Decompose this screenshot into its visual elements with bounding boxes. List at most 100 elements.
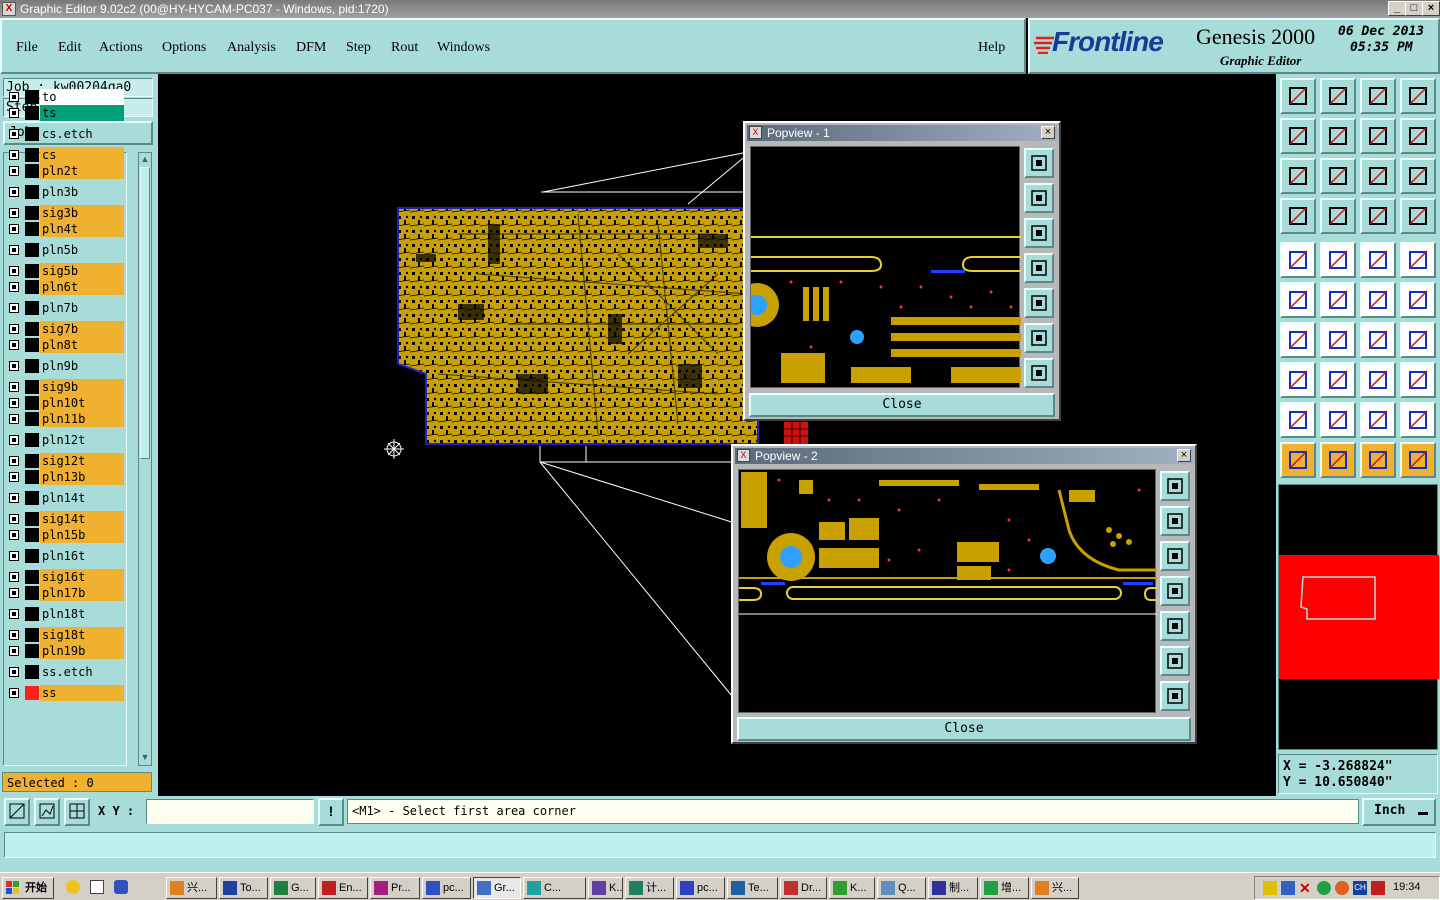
menu-options[interactable]: Options bbox=[162, 40, 206, 56]
layer-color-swatch[interactable] bbox=[25, 412, 39, 426]
layer-row[interactable]: pln12t bbox=[6, 432, 124, 448]
taskbar-item[interactable]: En... bbox=[318, 877, 368, 899]
layer-scrollbar[interactable]: ▲ ▼ bbox=[138, 152, 152, 766]
layer-checkbox[interactable] bbox=[9, 108, 19, 118]
layer-row[interactable]: sig9b bbox=[6, 379, 124, 395]
layer-color-swatch[interactable] bbox=[25, 586, 39, 600]
xy-input[interactable] bbox=[146, 799, 314, 824]
node-edit-icon[interactable] bbox=[1400, 442, 1436, 478]
layer-row[interactable]: sig3b bbox=[6, 205, 124, 221]
layer-color-swatch[interactable] bbox=[25, 512, 39, 526]
layer-checkbox[interactable] bbox=[9, 398, 19, 408]
taskbar-item[interactable]: Dr... bbox=[780, 877, 827, 899]
layers-icon[interactable] bbox=[1360, 198, 1396, 234]
scale-icon[interactable] bbox=[1360, 158, 1396, 194]
layer-row[interactable]: sig5b bbox=[6, 263, 124, 279]
layer-checkbox[interactable] bbox=[9, 150, 19, 160]
quick-launch-icon[interactable] bbox=[114, 880, 128, 894]
layer-row[interactable]: pln4t bbox=[6, 221, 124, 237]
layer-row[interactable]: pln2t bbox=[6, 163, 124, 179]
layer-color-swatch[interactable] bbox=[25, 454, 39, 468]
move-icon[interactable] bbox=[1360, 282, 1396, 318]
pointer-icon[interactable] bbox=[1280, 442, 1316, 478]
pan-left-icon[interactable] bbox=[1024, 253, 1054, 283]
popview-2-window[interactable]: X Popview - 2 × Close bbox=[731, 444, 1197, 744]
layer-color-swatch[interactable] bbox=[25, 280, 39, 294]
menu-windows[interactable]: Windows bbox=[437, 40, 490, 56]
popview-1-close-icon[interactable]: × bbox=[1041, 126, 1055, 139]
layer-row[interactable]: pln18t bbox=[6, 606, 124, 622]
scroll-thumb[interactable] bbox=[140, 167, 150, 459]
fit-icon[interactable] bbox=[1160, 471, 1190, 501]
scroll-up-icon[interactable]: ▲ bbox=[140, 153, 150, 165]
layer-checkbox[interactable] bbox=[9, 514, 19, 524]
grid-icon[interactable] bbox=[64, 798, 90, 826]
zoom-out-icon[interactable] bbox=[1024, 218, 1054, 248]
swap-icon[interactable] bbox=[1360, 118, 1396, 154]
menu-edit[interactable]: Edit bbox=[58, 40, 81, 56]
taskbar-item[interactable]: pc... bbox=[422, 877, 471, 899]
minus-icon[interactable] bbox=[1320, 362, 1356, 398]
layer-row[interactable]: sig12t bbox=[6, 453, 124, 469]
taskbar-item[interactable]: 计... bbox=[625, 877, 674, 899]
layer-row[interactable]: pln10t bbox=[6, 395, 124, 411]
menu-dfm[interactable]: DFM bbox=[296, 40, 326, 56]
layer-color-swatch[interactable] bbox=[25, 185, 39, 199]
layer-row[interactable]: to bbox=[6, 89, 124, 105]
layer-row[interactable]: pln7b bbox=[6, 300, 124, 316]
layer-checkbox[interactable] bbox=[9, 435, 19, 445]
layer-color-swatch[interactable] bbox=[25, 301, 39, 315]
layer-checkbox[interactable] bbox=[9, 340, 19, 350]
popview-2-title-bar[interactable]: X Popview - 2 × bbox=[735, 448, 1193, 464]
fit-icon[interactable] bbox=[1024, 148, 1054, 178]
layer-color-swatch[interactable] bbox=[25, 338, 39, 352]
layer-color-swatch[interactable] bbox=[25, 264, 39, 278]
resize-icon[interactable] bbox=[1360, 362, 1396, 398]
layer-row[interactable]: pln16t bbox=[6, 548, 124, 564]
layer-color-swatch[interactable] bbox=[25, 148, 39, 162]
taskbar-item[interactable]: 兴... bbox=[166, 877, 217, 899]
layer-checkbox[interactable] bbox=[9, 208, 19, 218]
help-icon[interactable] bbox=[1400, 158, 1436, 194]
layer-checkbox[interactable] bbox=[9, 630, 19, 640]
menu-rout[interactable]: Rout bbox=[391, 40, 418, 56]
start-button[interactable]: 开始 bbox=[2, 877, 54, 899]
layer-row[interactable]: pln13b bbox=[6, 469, 124, 485]
layer-row[interactable]: pln8t bbox=[6, 337, 124, 353]
layer-row[interactable]: cs.etch bbox=[6, 126, 124, 142]
layer-checkbox[interactable] bbox=[9, 588, 19, 598]
taskbar-item[interactable]: Q... bbox=[877, 877, 926, 899]
taskbar-item[interactable]: 制... bbox=[928, 877, 978, 899]
menu-actions[interactable]: Actions bbox=[99, 40, 143, 56]
layer-row[interactable]: pln19b bbox=[6, 643, 124, 659]
layer-color-swatch[interactable] bbox=[25, 396, 39, 410]
layer-checkbox[interactable] bbox=[9, 414, 19, 424]
connect-icon[interactable] bbox=[1280, 282, 1316, 318]
maximize-button[interactable]: □ bbox=[1405, 1, 1423, 16]
center-icon[interactable] bbox=[1320, 158, 1356, 194]
layer-checkbox[interactable] bbox=[9, 282, 19, 292]
layer-color-swatch[interactable] bbox=[25, 106, 39, 120]
layer-color-swatch[interactable] bbox=[25, 607, 39, 621]
layer-checkbox[interactable] bbox=[9, 493, 19, 503]
taskbar-item[interactable]: Te... bbox=[727, 877, 778, 899]
taskbar-item[interactable]: C... bbox=[523, 877, 586, 899]
group-icon[interactable] bbox=[1400, 362, 1436, 398]
minimize-button[interactable]: _ bbox=[1388, 1, 1406, 16]
pan-left-icon[interactable] bbox=[1160, 576, 1190, 606]
layer-color-swatch[interactable] bbox=[25, 359, 39, 373]
move-icon[interactable] bbox=[1024, 358, 1054, 388]
snap-icon[interactable] bbox=[34, 798, 60, 826]
layer-color-swatch[interactable] bbox=[25, 380, 39, 394]
layer-row[interactable]: sig18t bbox=[6, 627, 124, 643]
taskbar-item[interactable]: K... bbox=[588, 877, 623, 899]
move-alt-icon[interactable] bbox=[1400, 282, 1436, 318]
taskbar-item[interactable]: pc... bbox=[676, 877, 725, 899]
select-node-icon[interactable] bbox=[1280, 242, 1316, 278]
ruler-icon[interactable] bbox=[1360, 242, 1396, 278]
layer-color-swatch[interactable] bbox=[25, 433, 39, 447]
layer-color-swatch[interactable] bbox=[25, 570, 39, 584]
taskbar-item[interactable]: K... bbox=[829, 877, 875, 899]
taskbar-item[interactable]: G... bbox=[270, 877, 316, 899]
sine-icon[interactable] bbox=[1400, 118, 1436, 154]
